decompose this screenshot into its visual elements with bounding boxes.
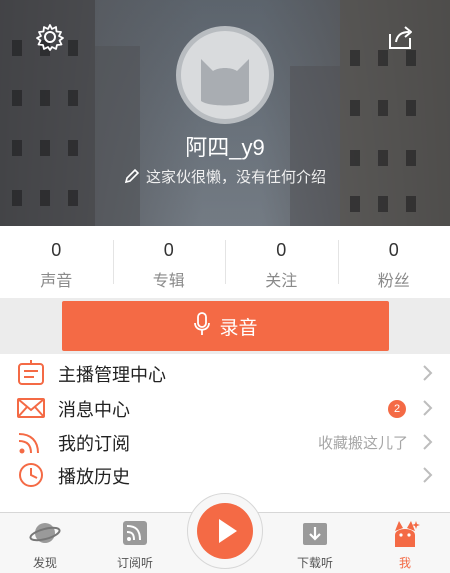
tab-discover[interactable]: 发现 — [5, 517, 85, 573]
profile-header: 阿四_y9 这家伙很懒，没有任何介绍 — [0, 0, 450, 226]
record-label: 录音 — [219, 316, 258, 339]
stat-value: 0 — [388, 240, 399, 260]
stats-row: 0 声音 0 专辑 0 关注 0 粉丝 — [0, 226, 450, 298]
stat-albums[interactable]: 0 专辑 — [112, 226, 226, 298]
record-button[interactable]: 录音 — [62, 301, 389, 351]
rss-icon — [16, 428, 46, 456]
tab-label: 我 — [398, 556, 411, 570]
user-icon — [389, 517, 421, 549]
settings-gear-icon[interactable] — [35, 22, 65, 52]
chevron-right-icon — [422, 467, 434, 483]
signature-text: 这家伙很懒，没有任何介绍 — [145, 168, 326, 186]
menu-item-label: 主播管理中心 — [58, 365, 166, 386]
record-section: 录音 — [0, 298, 450, 354]
tab-label: 发现 — [32, 556, 57, 570]
tab-me[interactable]: 我 — [365, 517, 445, 573]
tab-label: 下载听 — [296, 556, 333, 570]
cat-avatar-icon — [201, 59, 249, 106]
clock-icon — [16, 461, 46, 489]
host-manage-icon — [16, 359, 46, 387]
username: 阿四_y9 — [185, 135, 265, 160]
signature[interactable]: 这家伙很懒，没有任何介绍 — [0, 166, 450, 188]
menu-item-label: 消息中心 — [58, 400, 130, 421]
share-icon[interactable] — [385, 22, 415, 52]
chevron-right-icon — [422, 434, 434, 450]
chevron-right-icon — [422, 400, 434, 416]
tab-label: 订阅听 — [116, 556, 153, 570]
menu-item-messages[interactable]: 消息中心 2 — [0, 391, 450, 425]
menu-item-subscriptions[interactable]: 我的订阅 收藏搬这儿了 — [0, 425, 450, 459]
tab-download[interactable]: 下载听 — [275, 517, 355, 573]
menu-item-host-manage[interactable]: 主播管理中心 — [0, 356, 450, 390]
rss-icon — [119, 517, 151, 549]
download-icon — [299, 517, 331, 549]
stat-label: 粉丝 — [377, 271, 410, 290]
menu-item-label: 播放历史 — [58, 467, 130, 488]
tab-subscribe[interactable]: 订阅听 — [95, 517, 175, 573]
menu-item-history[interactable]: 播放历史 — [0, 458, 450, 492]
stat-sounds[interactable]: 0 声音 — [0, 226, 113, 298]
play-button[interactable] — [197, 503, 253, 559]
stat-value: 0 — [276, 240, 287, 260]
planet-icon — [29, 517, 61, 549]
mail-icon — [16, 394, 46, 422]
stat-label: 声音 — [40, 271, 73, 290]
stat-label: 专辑 — [152, 271, 185, 290]
subscription-hint: 收藏搬这儿了 — [317, 434, 408, 452]
chevron-right-icon — [422, 365, 434, 381]
edit-pen-icon — [124, 168, 140, 188]
stat-following[interactable]: 0 关注 — [225, 226, 338, 298]
stat-value: 0 — [51, 240, 62, 260]
microphone-icon — [193, 311, 211, 341]
play-icon — [219, 519, 237, 543]
stat-value: 0 — [163, 240, 174, 260]
stat-label: 关注 — [265, 271, 298, 290]
stat-fans[interactable]: 0 粉丝 — [337, 226, 450, 298]
unread-badge: 2 — [388, 400, 406, 418]
avatar[interactable] — [176, 26, 274, 124]
menu-list: 主播管理中心 消息中心 2 我的订阅 收藏搬这儿了 播放历史 — [0, 354, 450, 516]
menu-item-label: 我的订阅 — [58, 434, 130, 455]
